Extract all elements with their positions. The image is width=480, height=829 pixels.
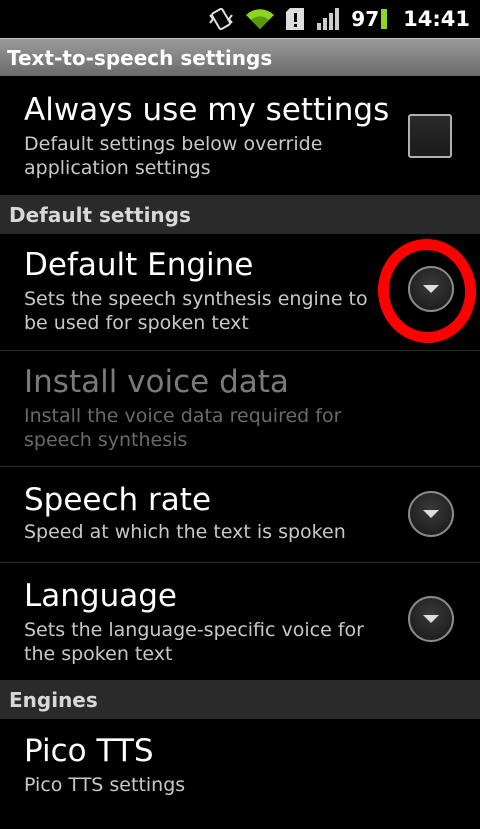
battery-icon xyxy=(381,9,388,29)
language-dropdown-button[interactable] xyxy=(408,596,454,642)
wifi-icon xyxy=(245,8,275,30)
default-engine-dropdown-button[interactable] xyxy=(408,266,454,312)
pico-tts-title: Pico TTS xyxy=(24,733,154,769)
speech-rate-item[interactable]: Speech rate Speed at which the text is s… xyxy=(0,467,480,563)
battery-indicator: 97 xyxy=(351,7,388,31)
pico-tts-summary: Pico TTS settings xyxy=(24,774,186,796)
category-default-settings: Default settings xyxy=(0,196,480,234)
pico-tts-item[interactable]: Pico TTS Pico TTS settings xyxy=(0,719,480,829)
always-use-settings-checkbox[interactable] xyxy=(408,114,452,158)
battery-level: 97 xyxy=(351,7,380,31)
status-bar: 97 14:41 xyxy=(0,0,480,38)
chevron-down-icon xyxy=(423,615,439,623)
sd-card-alert-icon xyxy=(285,7,305,31)
clock: 14:41 xyxy=(403,7,470,31)
vibrate-icon xyxy=(207,7,235,31)
language-item[interactable]: Language Sets the language-specific voic… xyxy=(0,563,480,681)
signal-icon xyxy=(315,7,341,31)
install-voice-data-title: Install voice data xyxy=(24,364,289,400)
install-voice-data-summary: Install the voice data required for spee… xyxy=(24,405,342,451)
always-use-settings-item[interactable]: Always use my settings Default settings … xyxy=(0,76,480,196)
chevron-down-icon xyxy=(423,285,439,293)
page-title: Text-to-speech settings xyxy=(0,38,480,76)
chevron-down-icon xyxy=(423,510,439,518)
default-engine-item[interactable]: Default Engine Sets the speech synthesis… xyxy=(0,234,480,351)
speech-rate-dropdown-button[interactable] xyxy=(408,491,454,537)
install-voice-data-item: Install voice data Install the voice dat… xyxy=(0,351,480,467)
category-engines: Engines xyxy=(0,681,480,719)
